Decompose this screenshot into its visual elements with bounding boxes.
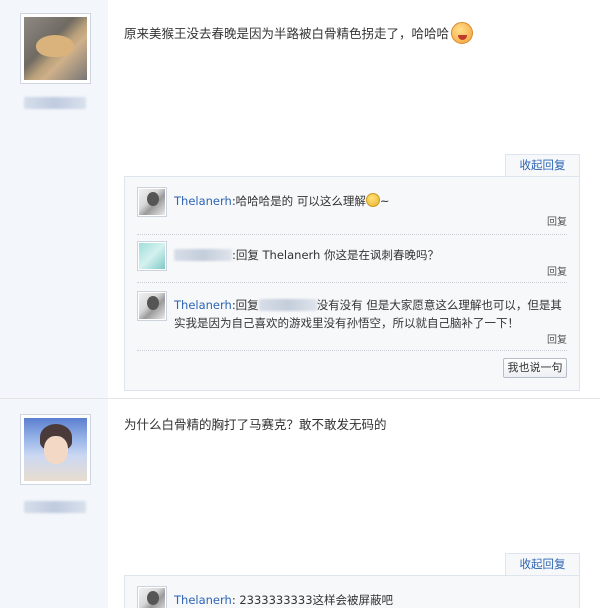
reply-body: :回复 Thelanerh 你这是在讽刺春晚吗？ (232, 248, 439, 262)
dog-avatar-icon (24, 17, 87, 80)
reply-avatar[interactable] (137, 187, 167, 217)
avatar[interactable] (20, 414, 91, 485)
say-something-button[interactable]: 我也说一句 (503, 358, 567, 378)
reply-list: Thelanerh: 2333333333这样会被屏蔽吧 (124, 575, 580, 608)
sketch-avatar-icon (139, 189, 165, 215)
reply-username[interactable]: Thelanerh (174, 593, 232, 607)
reply-list: Thelanerh:哈哈哈是的 可以这么理解 ~ 回复 :回复 Thelanerh… (124, 176, 580, 391)
post-content: 原来美猴王没去春晚是因为半路被白骨精色拐走了，哈哈哈 (124, 22, 580, 44)
author-name-blurred[interactable] (24, 501, 86, 513)
author-name-blurred[interactable] (24, 97, 86, 109)
reply-text: Thelanerh: 2333333333这样会被屏蔽吧 (174, 591, 567, 608)
avatar[interactable] (20, 13, 91, 84)
author-sidebar (0, 0, 108, 398)
reply-body: :哈哈哈是的 可以这么理解 (231, 194, 366, 208)
reply-avatar[interactable] (137, 586, 167, 608)
teal-avatar-icon (139, 243, 165, 269)
reply-divider (137, 282, 567, 283)
post-text: 原来美猴王没去春晚是因为半路被白骨精色拐走了，哈哈哈 (124, 26, 450, 41)
post-2: 为什么白骨精的胸打了马赛克？敢不敢发无码的 收起回复 Thelanerh: 23… (0, 398, 600, 608)
sketch-avatar-icon (139, 293, 165, 319)
post-1: 原来美猴王没去春晚是因为半路被白骨精色拐走了，哈哈哈 收起回复 Thelaner… (0, 0, 600, 398)
reply-text: Thelanerh:哈哈哈是的 可以这么理解 ~ (174, 192, 567, 210)
reply-divider (137, 234, 567, 235)
reply-text: :回复 Thelanerh 你这是在讽刺春晚吗？ (174, 246, 567, 264)
reply-item: Thelanerh:回复 没有没有 但是大家愿意这么理解也可以，但是其实我是因为自… (137, 291, 567, 347)
reply-suffix: ~ (379, 194, 390, 208)
reply-avatar[interactable] (137, 291, 167, 321)
username-blurred[interactable] (174, 249, 232, 261)
reply-body-prefix: :回复 (231, 298, 259, 312)
reply-avatar[interactable] (137, 241, 167, 271)
reply-body: : 2333333333这样会被屏蔽吧 (231, 593, 394, 607)
reply-item: Thelanerh: 2333333333这样会被屏蔽吧 (137, 586, 567, 608)
laughing-face-emoji-icon (451, 22, 474, 44)
reply-link[interactable]: 回复 (547, 331, 567, 346)
reply-item: Thelanerh:哈哈哈是的 可以这么理解 ~ 回复 (137, 187, 567, 229)
person-avatar-icon (24, 418, 87, 481)
reply-username[interactable]: Thelanerh (174, 194, 232, 208)
reply-link[interactable]: 回复 (547, 263, 567, 278)
reply-username[interactable]: Thelanerh (174, 298, 232, 312)
reply-divider (137, 350, 567, 351)
smile-emoji-icon (365, 193, 380, 207)
collapse-replies-button[interactable]: 收起回复 (505, 154, 580, 176)
reply-link[interactable]: 回复 (547, 213, 567, 228)
post-content: 为什么白骨精的胸打了马赛克？敢不敢发无码的 (124, 415, 580, 435)
sketch-avatar-icon (139, 588, 165, 608)
post-text: 为什么白骨精的胸打了马赛克？敢不敢发无码的 (124, 417, 387, 432)
author-sidebar (0, 399, 108, 608)
username-blurred[interactable] (258, 299, 317, 311)
reply-item: :回复 Thelanerh 你这是在讽刺春晚吗？ 回复 (137, 241, 567, 278)
collapse-replies-button[interactable]: 收起回复 (505, 553, 580, 575)
reply-text: Thelanerh:回复 没有没有 但是大家愿意这么理解也可以，但是其实我是因为自… (174, 296, 567, 332)
